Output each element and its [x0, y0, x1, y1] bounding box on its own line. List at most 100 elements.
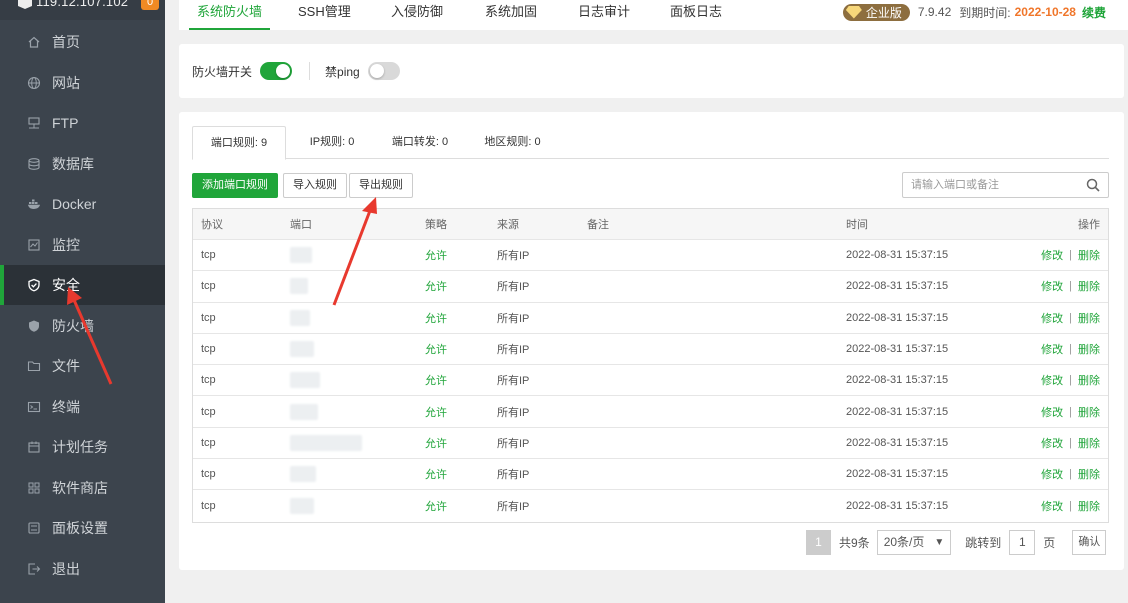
- redaction-blur: [290, 341, 314, 358]
- actions-cell: 修改 | 删除: [1041, 428, 1100, 458]
- edit-link[interactable]: 修改: [1041, 498, 1063, 514]
- col-policy[interactable]: 策略: [425, 209, 447, 239]
- table-header: 协议 端口 策略 来源 备注 时间 操作: [193, 209, 1108, 240]
- top-tab-4[interactable]: 日志审计: [578, 0, 630, 30]
- toggle-knob: [276, 64, 291, 78]
- sidebar-item-7[interactable]: 防火墙: [0, 306, 165, 346]
- delete-link[interactable]: 删除: [1078, 498, 1100, 514]
- col-note[interactable]: 备注: [587, 209, 609, 239]
- sidebar-item-label: 终端: [52, 398, 80, 415]
- time-cell: 2022-08-31 15:37:15: [846, 468, 949, 481]
- sidebar-item-8[interactable]: 文件: [0, 346, 165, 386]
- sidebar-item-2[interactable]: FTP: [0, 103, 165, 143]
- jump-confirm-button[interactable]: 确认: [1072, 530, 1107, 555]
- port-rules-table: 协议 端口 策略 来源 备注 时间 操作 tcp 允许 所有IP 2022-08-31…: [192, 208, 1109, 523]
- sidebar-item-label: 文件: [52, 358, 80, 374]
- policy-cell: 允许: [425, 344, 447, 357]
- edit-link[interactable]: 修改: [1041, 310, 1063, 326]
- delete-link[interactable]: 删除: [1078, 435, 1100, 451]
- source-cell: 所有IP: [497, 406, 530, 419]
- ping-toggle[interactable]: [367, 62, 400, 80]
- col-time[interactable]: 时间: [846, 209, 868, 239]
- sidebar-item-6[interactable]: 安全: [0, 265, 165, 305]
- action-separator: |: [1069, 468, 1072, 481]
- tab-port-forward[interactable]: 端口转发: 0: [375, 126, 465, 159]
- renew-link[interactable]: 续费: [1082, 4, 1106, 21]
- time-cell: 2022-08-31 15:37:15: [846, 249, 949, 262]
- delete-link[interactable]: 删除: [1078, 278, 1100, 294]
- delete-link[interactable]: 删除: [1078, 247, 1100, 263]
- terminal-icon: [26, 399, 42, 415]
- protocol-cell: tcp: [201, 311, 216, 324]
- jump-page-input[interactable]: 1: [1009, 530, 1036, 555]
- sidebar-item-11[interactable]: 软件商店: [0, 468, 165, 508]
- tab-port-rules[interactable]: 端口规则: 9: [192, 126, 286, 160]
- edit-link[interactable]: 修改: [1041, 404, 1063, 420]
- shield-icon: [26, 318, 42, 334]
- delete-link[interactable]: 删除: [1078, 310, 1100, 326]
- col-port[interactable]: 端口: [290, 209, 312, 239]
- policy-cell: 允许: [425, 469, 447, 482]
- sidebar-item-label: 网站: [52, 74, 80, 91]
- time-cell: 2022-08-31 15:37:15: [846, 405, 949, 418]
- top-tab-1[interactable]: SSH管理: [298, 0, 351, 30]
- redaction-blur: [290, 278, 308, 295]
- top-tab-3[interactable]: 系统加固: [485, 0, 537, 30]
- database-icon: [26, 156, 42, 172]
- col-protocol[interactable]: 协议: [201, 209, 223, 239]
- search-icon[interactable]: [1086, 178, 1100, 192]
- sidebar: 119.12.107.102 0 首页网站 FTP 数据库 Docker 监控 安全 防火墙…: [0, 0, 165, 603]
- sidebar-item-0[interactable]: 首页: [0, 22, 165, 62]
- policy-cell: 允许: [425, 312, 447, 325]
- import-rules-button[interactable]: 导入规则: [283, 173, 347, 198]
- top-tab-5[interactable]: 面板日志: [670, 0, 722, 30]
- source-cell: 所有IP: [497, 501, 530, 514]
- actions-cell: 修改 | 删除: [1041, 240, 1100, 270]
- sidebar-item-1[interactable]: 网站: [0, 63, 165, 103]
- delete-link[interactable]: 删除: [1078, 466, 1100, 482]
- notification-badge[interactable]: 0: [141, 0, 159, 10]
- export-rules-button[interactable]: 导出规则: [349, 173, 413, 198]
- sidebar-item-3[interactable]: 数据库: [0, 144, 165, 184]
- logo-icon: [18, 0, 32, 9]
- sidebar-item-5[interactable]: 监控: [0, 225, 165, 265]
- sidebar-item-13[interactable]: 退出: [0, 549, 165, 589]
- col-source[interactable]: 来源: [497, 209, 519, 239]
- delete-link[interactable]: 删除: [1078, 372, 1100, 388]
- protocol-cell: tcp: [201, 500, 216, 513]
- add-port-rule-button[interactable]: 添加端口规则: [192, 173, 278, 198]
- home-icon: [26, 34, 42, 50]
- tab-region-rules[interactable]: 地区规则: 0: [470, 126, 555, 159]
- version-number: 7.9.42: [917, 5, 952, 19]
- firewall-switch-label: 防火墙开关: [192, 64, 253, 79]
- edit-link[interactable]: 修改: [1041, 372, 1063, 388]
- edit-link[interactable]: 修改: [1041, 278, 1063, 294]
- port-cell-redacted: [290, 365, 320, 395]
- top-tab-0[interactable]: 系统防火墙: [188, 0, 271, 30]
- edit-link[interactable]: 修改: [1041, 247, 1063, 263]
- page-size-select[interactable]: 20条/页 ▼: [876, 530, 952, 555]
- sidebar-item-10[interactable]: 计划任务: [0, 427, 165, 467]
- table-row: tcp 允许 所有IP 2022-08-31 15:37:15 修改 | 删除: [193, 240, 1108, 272]
- delete-link[interactable]: 删除: [1078, 404, 1100, 420]
- server-host: 119.12.107.102: [36, 0, 129, 9]
- firewall-toggle[interactable]: [260, 62, 293, 80]
- edit-link[interactable]: 修改: [1041, 435, 1063, 451]
- delete-link[interactable]: 删除: [1078, 341, 1100, 357]
- top-tab-bar: 系统防火墙 SSH管理 入侵防御 系统加固 日志审计 面板日志 企业版 7.9.42 到期…: [179, 0, 1128, 30]
- actions-cell: 修改 | 删除: [1041, 303, 1100, 333]
- tab-ip-rules[interactable]: IP规则: 0: [292, 126, 372, 159]
- policy-cell: 允许: [425, 501, 447, 514]
- edit-link[interactable]: 修改: [1041, 341, 1063, 357]
- sidebar-item-12[interactable]: 面板设置: [0, 508, 165, 548]
- search-input[interactable]: [903, 173, 1078, 197]
- divider: [309, 62, 311, 80]
- search-box: [902, 172, 1109, 198]
- page-current[interactable]: 1: [806, 530, 831, 555]
- jump-label: 跳转到: [965, 536, 1002, 550]
- protocol-cell: tcp: [201, 249, 216, 262]
- edit-link[interactable]: 修改: [1041, 466, 1063, 482]
- top-tab-2[interactable]: 入侵防御: [391, 0, 443, 30]
- sidebar-item-4[interactable]: Docker: [0, 184, 165, 224]
- sidebar-item-9[interactable]: 终端: [0, 387, 165, 427]
